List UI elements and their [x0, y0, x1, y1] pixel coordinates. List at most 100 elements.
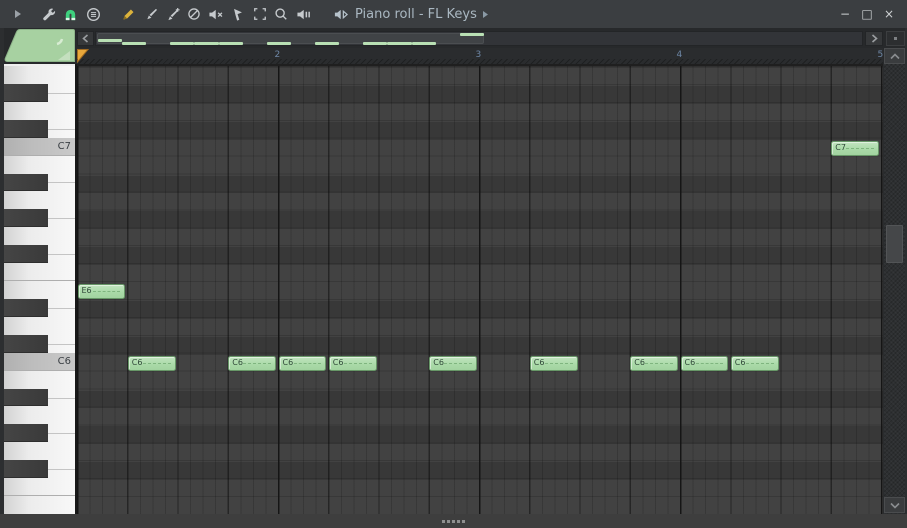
mute-tool-icon[interactable]: [207, 6, 224, 23]
mini-preview-note: [170, 42, 195, 45]
select-tool-icon[interactable]: [251, 6, 268, 23]
vscroll-track[interactable]: [884, 64, 905, 514]
piano-key-A6[interactable]: [4, 191, 75, 210]
note-label: C6: [282, 357, 294, 367]
vscroll-up-button[interactable]: [884, 48, 905, 64]
dot-glyph: [894, 37, 897, 40]
note-C6[interactable]: C6: [429, 355, 477, 371]
title-chevron-icon[interactable]: [481, 6, 491, 23]
piano-key-Fs5[interactable]: [4, 460, 75, 479]
note-C6[interactable]: C6: [328, 355, 377, 371]
mini-preview-note: [122, 42, 147, 45]
piano-key-Ds7[interactable]: [4, 83, 75, 102]
channel-corner-widget[interactable]: [4, 29, 75, 62]
window-frame-left: [0, 28, 4, 514]
black-key-As5[interactable]: [4, 388, 48, 407]
piano-key-D6[interactable]: [4, 316, 75, 335]
timeline-ruler[interactable]: 2 3 4 5: [77, 48, 883, 64]
black-key-Cs7[interactable]: [4, 119, 48, 138]
piano-key-G5[interactable]: [4, 442, 75, 461]
note-C6[interactable]: C6: [127, 355, 176, 371]
paint-sequence-brush-icon[interactable]: [164, 6, 181, 23]
mini-preview-note: [266, 42, 291, 45]
grid-lines: [77, 66, 883, 514]
black-key-Ds7[interactable]: [4, 83, 48, 102]
piano-key-C7[interactable]: C7: [4, 137, 75, 156]
note-label: C6: [684, 357, 696, 367]
maximize-button[interactable]: □: [859, 6, 875, 22]
minimize-button[interactable]: −: [837, 6, 853, 22]
panel-resize-button[interactable]: [886, 31, 905, 46]
black-key-Fs5[interactable]: [4, 460, 48, 479]
black-key-Gs6[interactable]: [4, 209, 48, 228]
piano-key-B6[interactable]: [4, 155, 75, 174]
black-key-Gs5[interactable]: [4, 424, 48, 443]
note-E6[interactable]: E6: [77, 284, 126, 300]
piano-key-E5[interactable]: [4, 496, 75, 514]
collapse-arrow-icon[interactable]: [9, 6, 26, 23]
hscroll-right-button[interactable]: [865, 31, 883, 46]
key-octave-label: C7: [57, 140, 71, 152]
hscroll-left-button[interactable]: [77, 31, 94, 46]
piano-roll-grid[interactable]: E6 C6 C6 C6 C6 C6 C6 C6 C6 C6 C7: [77, 64, 883, 514]
channel-speaker-icon[interactable]: [332, 6, 349, 23]
piano-key-Fs6[interactable]: [4, 245, 75, 264]
snap-magnet-icon[interactable]: [62, 6, 79, 23]
piano-key-F5[interactable]: [4, 478, 75, 497]
note-C6[interactable]: C6: [278, 355, 327, 371]
piano-key-E6[interactable]: [4, 281, 75, 299]
black-key-Ds6[interactable]: [4, 298, 48, 317]
note-label: C6: [131, 357, 143, 367]
playback-tool-icon[interactable]: [295, 6, 312, 23]
note-label: C6: [734, 357, 746, 367]
vscroll-thumb[interactable]: [886, 225, 903, 263]
slide-tool-icon[interactable]: [229, 6, 246, 23]
mini-preview-note: [363, 42, 388, 45]
draw-pencil-icon[interactable]: [120, 6, 137, 23]
piano-key-B5[interactable]: [4, 370, 75, 389]
piano-key-A5[interactable]: [4, 406, 75, 425]
piano-key-As6[interactable]: [4, 173, 75, 192]
piano-key-E7[interactable]: [4, 66, 75, 84]
note-C7[interactable]: C7: [831, 140, 879, 156]
piano-key-G6[interactable]: [4, 227, 75, 246]
mini-preview-note: [315, 42, 340, 45]
piano-key-As5[interactable]: [4, 388, 75, 407]
piano-key-D7[interactable]: [4, 101, 75, 120]
vscroll-down-button[interactable]: [884, 497, 905, 513]
playhead-marker[interactable]: [77, 48, 90, 64]
mini-preview-note: [459, 33, 484, 36]
wrench-icon[interactable]: [40, 6, 57, 23]
black-key-Cs6[interactable]: [4, 334, 48, 353]
mini-preview-note: [387, 42, 412, 45]
piano-keyboard[interactable]: C7 C6: [4, 64, 75, 514]
note-label: E6: [81, 286, 92, 296]
hscroll-track[interactable]: [95, 31, 863, 46]
delete-slash-icon[interactable]: [185, 6, 202, 23]
piano-key-Cs6[interactable]: [4, 334, 75, 353]
close-button[interactable]: ×: [881, 6, 897, 22]
piano-key-Gs6[interactable]: [4, 209, 75, 228]
piano-key-F6[interactable]: [4, 263, 75, 282]
black-key-Fs6[interactable]: [4, 245, 48, 264]
fl-piano-roll-window: Piano roll - FL Keys − □ × 2345 C7 C6 E6…: [0, 0, 907, 528]
window-resize-strip[interactable]: [0, 514, 907, 528]
black-key-As6[interactable]: [4, 173, 48, 192]
piano-key-C6[interactable]: C6: [4, 352, 75, 371]
paint-brush-icon[interactable]: [142, 6, 159, 23]
piano-key-Gs5[interactable]: [4, 424, 75, 443]
timeline-bar-label: 3: [475, 50, 482, 60]
piano-key-Cs7[interactable]: [4, 119, 75, 138]
piano-key-Ds6[interactable]: [4, 298, 75, 317]
timeline-bar-label: 5: [877, 50, 883, 60]
note-C6[interactable]: C6: [529, 355, 578, 371]
menu-circle-icon[interactable]: [85, 6, 102, 23]
note-C6[interactable]: C6: [630, 355, 678, 371]
note-C6[interactable]: C6: [228, 355, 276, 371]
note-label: C6: [533, 357, 545, 367]
zoom-tool-icon[interactable]: [272, 6, 289, 23]
titlebar[interactable]: Piano roll - FL Keys − □ ×: [0, 0, 907, 28]
key-octave-label: C6: [57, 355, 71, 367]
note-C6[interactable]: C6: [730, 355, 779, 371]
note-C6[interactable]: C6: [680, 355, 729, 371]
